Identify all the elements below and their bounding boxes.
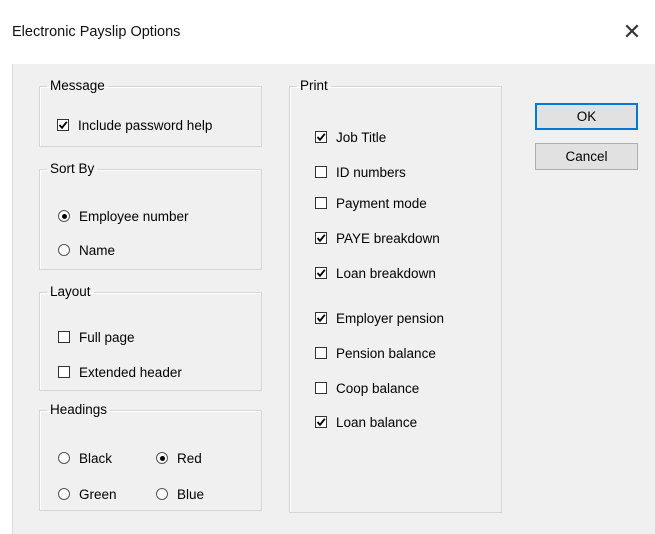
- print-id-numbers-label: ID numbers: [336, 164, 406, 180]
- print-employer-pension-checkbox[interactable]: Employer pension: [315, 308, 444, 328]
- print-employer-pension-label: Employer pension: [336, 310, 445, 326]
- checkbox-box[interactable]: [315, 416, 327, 428]
- payslip-options-dialog: Electronic Payslip Options ✕ Message Inc…: [0, 0, 655, 534]
- headings-group: Headings Black Red Green Blue: [39, 403, 262, 511]
- layout-group: Layout Full page Extended header: [39, 285, 262, 391]
- checkbox-box[interactable]: [315, 232, 327, 244]
- include-password-help-label: Include password help: [78, 117, 213, 133]
- print-loan-balance-label: Loan balance: [336, 414, 418, 430]
- checkbox-box[interactable]: [315, 166, 327, 178]
- print-paye-breakdown-label: PAYE breakdown: [336, 230, 440, 246]
- checkbox-box[interactable]: [315, 131, 327, 143]
- print-group: Print Job Title ID numbers Payment mode …: [289, 79, 502, 513]
- full-page-checkbox[interactable]: Full page: [58, 327, 135, 347]
- print-job-title-checkbox[interactable]: Job Title: [315, 127, 386, 147]
- checkbox-box[interactable]: [315, 312, 327, 324]
- sort-by-group: Sort By Employee number Name: [39, 162, 262, 270]
- print-loan-balance-checkbox[interactable]: Loan balance: [315, 412, 417, 432]
- headings-blue-radio[interactable]: Blue: [156, 484, 204, 504]
- checkbox-box[interactable]: [57, 119, 69, 131]
- checkbox-box[interactable]: [315, 197, 327, 209]
- ok-button[interactable]: OK: [535, 103, 638, 130]
- print-pension-balance-label: Pension balance: [336, 345, 436, 361]
- close-icon[interactable]: ✕: [609, 12, 655, 52]
- extended-header-checkbox[interactable]: Extended header: [58, 362, 182, 382]
- radio-circle[interactable]: [58, 452, 70, 464]
- checkbox-box[interactable]: [315, 347, 327, 359]
- radio-circle[interactable]: [58, 210, 70, 222]
- sort-employee-number-label: Employee number: [79, 208, 189, 224]
- headings-black-radio[interactable]: Black: [58, 448, 112, 468]
- print-coop-balance-label: Coop balance: [336, 380, 420, 396]
- checkbox-box[interactable]: [315, 267, 327, 279]
- radio-circle[interactable]: [156, 488, 168, 500]
- headings-green-radio[interactable]: Green: [58, 484, 117, 504]
- headings-red-radio[interactable]: Red: [156, 448, 202, 468]
- print-coop-balance-checkbox[interactable]: Coop balance: [315, 378, 419, 398]
- sort-name-radio[interactable]: Name: [58, 240, 115, 260]
- headings-blue-label: Blue: [177, 486, 205, 502]
- print-group-legend: Print: [300, 78, 328, 93]
- full-page-label: Full page: [79, 329, 135, 345]
- title-bar: Electronic Payslip Options ✕: [0, 0, 655, 64]
- print-loan-breakdown-checkbox[interactable]: Loan breakdown: [315, 263, 436, 283]
- print-job-title-label: Job Title: [336, 129, 387, 145]
- message-group: Message Include password help: [39, 79, 262, 147]
- print-id-numbers-checkbox[interactable]: ID numbers: [315, 162, 406, 182]
- checkbox-box[interactable]: [315, 382, 327, 394]
- sort-name-label: Name: [79, 242, 116, 258]
- checkbox-box[interactable]: [58, 366, 70, 378]
- headings-black-label: Black: [79, 450, 113, 466]
- window-title: Electronic Payslip Options: [12, 24, 181, 40]
- headings-red-label: Red: [177, 450, 202, 466]
- checkbox-box[interactable]: [58, 331, 70, 343]
- message-group-legend: Message: [50, 78, 105, 93]
- layout-group-legend: Layout: [50, 284, 91, 299]
- include-password-help-checkbox[interactable]: Include password help: [57, 115, 212, 135]
- print-pension-balance-checkbox[interactable]: Pension balance: [315, 343, 436, 363]
- headings-green-label: Green: [79, 486, 117, 502]
- print-payment-mode-label: Payment mode: [336, 195, 427, 211]
- print-loan-breakdown-label: Loan breakdown: [336, 265, 436, 281]
- print-payment-mode-checkbox[interactable]: Payment mode: [315, 193, 427, 213]
- sort-employee-number-radio[interactable]: Employee number: [58, 206, 189, 226]
- extended-header-label: Extended header: [79, 364, 182, 380]
- sort-by-group-legend: Sort By: [50, 161, 95, 176]
- headings-group-legend: Headings: [50, 402, 108, 417]
- radio-circle[interactable]: [156, 452, 168, 464]
- window-left-border: [0, 64, 13, 534]
- cancel-button[interactable]: Cancel: [535, 143, 638, 170]
- print-paye-breakdown-checkbox[interactable]: PAYE breakdown: [315, 228, 440, 248]
- radio-circle[interactable]: [58, 244, 70, 256]
- radio-circle[interactable]: [58, 488, 70, 500]
